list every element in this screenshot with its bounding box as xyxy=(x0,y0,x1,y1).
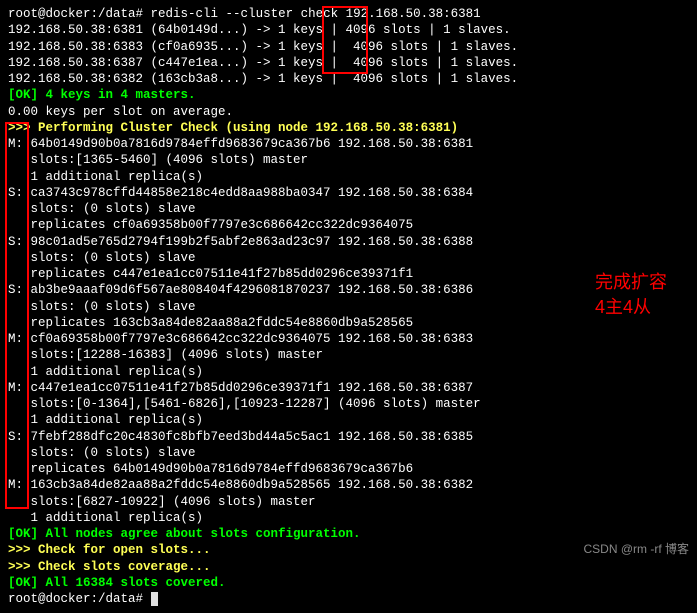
node-id-line: M: cf0a69358b00f7797e3c686642cc322dc9364… xyxy=(8,331,689,347)
node-replica-line: replicates 163cb3a84de82aa88a2fddc54e886… xyxy=(8,315,689,331)
check-cov: >>> Check slots coverage... xyxy=(8,559,689,575)
node-slots-line: slots:[12288-16383] (4096 slots) master xyxy=(8,347,689,363)
node-slots-line: slots: (0 slots) slave xyxy=(8,445,689,461)
node-replica-line: 1 additional replica(s) xyxy=(8,169,689,185)
node-slots-line: slots: (0 slots) slave xyxy=(8,299,689,315)
node-slots-line: slots:[0-1364],[5461-6826],[10923-12287]… xyxy=(8,396,689,412)
node-replica-line: 1 additional replica(s) xyxy=(8,364,689,380)
node-slots-line: slots:[1365-5460] (4096 slots) master xyxy=(8,152,689,168)
node-id-line: S: 98c01ad5e765d2794f199b2f5abf2e863ad23… xyxy=(8,234,689,250)
node-slots-line: slots: (0 slots) slave xyxy=(8,250,689,266)
node-id-line: M: 64b0149d90b0a7816d9784effd9683679ca36… xyxy=(8,136,689,152)
prompt-idle: root@docker:/data# xyxy=(8,591,689,607)
node-id-line: S: ca3743c978cffd44858e218c4edd8aa988ba0… xyxy=(8,185,689,201)
node-id-line: M: c447e1ea1cc07511e41f27b85dd0296ce3937… xyxy=(8,380,689,396)
node-replica-line: replicates 64b0149d90b0a7816d9784effd968… xyxy=(8,461,689,477)
perf-line: >>> Performing Cluster Check (using node… xyxy=(8,120,689,136)
node-replica-line: 1 additional replica(s) xyxy=(8,510,689,526)
command-line: root@docker:/data# redis-cli --cluster c… xyxy=(8,6,689,22)
summary-row: 192.168.50.38:6383 (cf0a6935...) -> 1 ke… xyxy=(8,39,689,55)
node-id-line: S: ab3be9aaaf09d6f567ae808404f4296081870… xyxy=(8,282,689,298)
terminal-output[interactable]: root@docker:/data# redis-cli --cluster c… xyxy=(0,0,697,613)
summary-row: 192.168.50.38:6382 (163cb3a8...) -> 1 ke… xyxy=(8,71,689,87)
avg-line: 0.00 keys per slot on average. xyxy=(8,104,689,120)
node-slots-line: slots:[6827-10922] (4096 slots) master xyxy=(8,494,689,510)
node-id-line: M: 163cb3a84de82aa88a2fddc54e8860db9a528… xyxy=(8,477,689,493)
ok-cov: [OK] All 16384 slots covered. xyxy=(8,575,689,591)
ok-keys: [OK] 4 keys in 4 masters. xyxy=(8,87,689,103)
summary-row: 192.168.50.38:6387 (c447e1ea...) -> 1 ke… xyxy=(8,55,689,71)
node-id-line: S: 7febf288dfc20c4830fc8bfb7eed3bd44a5c5… xyxy=(8,429,689,445)
annotation-text: 完成扩容 4主4从 xyxy=(595,270,667,320)
node-replica-line: 1 additional replica(s) xyxy=(8,412,689,428)
summary-row: 192.168.50.38:6381 (64b0149d...) -> 1 ke… xyxy=(8,22,689,38)
node-replica-line: replicates c447e1ea1cc07511e41f27b85dd02… xyxy=(8,266,689,282)
node-replica-line: replicates cf0a69358b00f7797e3c686642cc3… xyxy=(8,217,689,233)
node-slots-line: slots: (0 slots) slave xyxy=(8,201,689,217)
watermark: CSDN @rm -rf 博客 xyxy=(583,542,689,558)
cursor-block xyxy=(151,592,158,606)
ok-agree: [OK] All nodes agree about slots configu… xyxy=(8,526,689,542)
